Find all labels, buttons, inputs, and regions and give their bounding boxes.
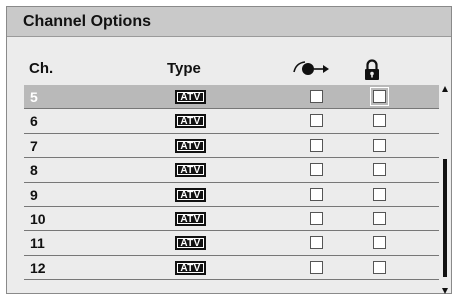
column-header-row: Ch. Type xyxy=(7,57,451,83)
channel-list: 5 ATV 6 ATV 7 ATV 8 ATV 9 ATV 10 ATV 11 ATV 12 ATV xyxy=(24,85,439,281)
channel-type-badge: ATV xyxy=(175,163,206,178)
panel-title: Channel Options xyxy=(23,13,151,30)
channel-number: 8 xyxy=(30,162,38,179)
lock-icon xyxy=(364,59,380,86)
skip-checkbox[interactable] xyxy=(310,138,323,152)
channel-row[interactable]: 11 ATV xyxy=(24,231,439,256)
channel-number: 10 xyxy=(30,210,46,227)
scroll-down-arrow-icon[interactable] xyxy=(442,288,448,294)
skip-checkbox[interactable] xyxy=(310,163,323,177)
channel-row[interactable]: 5 ATV xyxy=(24,85,439,110)
skip-checkbox[interactable] xyxy=(310,260,323,274)
channel-type-badge: ATV xyxy=(175,211,206,226)
skip-checkbox[interactable] xyxy=(310,90,323,103)
channel-row[interactable]: 9 ATV xyxy=(24,183,439,207)
channel-options-panel: Channel Options Ch. Type 5 ATV 6 ATV 7 ATV 8 AT… xyxy=(6,6,452,294)
lock-checkbox[interactable] xyxy=(370,87,389,106)
channel-column-header: Ch. xyxy=(29,60,54,77)
channel-number: 6 xyxy=(30,113,38,130)
channel-row[interactable]: 10 ATV xyxy=(24,207,439,232)
type-column-header: Type xyxy=(167,60,201,77)
channel-row[interactable]: 7 ATV xyxy=(24,134,439,159)
lock-checkbox[interactable] xyxy=(373,114,386,128)
channel-number: 9 xyxy=(30,186,38,203)
lock-checkbox[interactable] xyxy=(373,260,386,274)
channel-row[interactable]: 6 ATV xyxy=(24,109,439,134)
skip-checkbox[interactable] xyxy=(310,187,323,201)
channel-type-badge: ATV xyxy=(175,236,206,251)
channel-type-badge: ATV xyxy=(175,187,206,202)
channel-number: 12 xyxy=(30,259,46,276)
channel-type-badge: ATV xyxy=(175,114,206,129)
title-bar: Channel Options xyxy=(7,7,451,37)
lock-checkbox[interactable] xyxy=(373,138,386,152)
lock-checkbox[interactable] xyxy=(373,236,386,250)
skip-checkbox[interactable] xyxy=(310,114,323,128)
channel-type-badge: ATV xyxy=(175,90,206,104)
scrollbar-thumb[interactable] xyxy=(443,159,447,277)
channel-type-badge: ATV xyxy=(175,138,206,153)
lock-checkbox[interactable] xyxy=(373,187,386,201)
channel-row[interactable]: 8 ATV xyxy=(24,158,439,183)
scrollbar-track[interactable] xyxy=(443,99,447,284)
channel-type-badge: ATV xyxy=(175,260,206,275)
lock-checkbox[interactable] xyxy=(373,211,386,225)
channel-number: 7 xyxy=(30,137,38,154)
channel-row[interactable]: 12 ATV xyxy=(24,256,439,281)
skip-checkbox[interactable] xyxy=(310,236,323,250)
channel-number: 11 xyxy=(30,235,45,252)
channel-number: 5 xyxy=(30,89,38,105)
skip-checkbox[interactable] xyxy=(310,211,323,225)
lock-checkbox[interactable] xyxy=(373,163,386,177)
scroll-up-arrow-icon[interactable] xyxy=(442,86,448,92)
skip-channel-icon xyxy=(292,59,330,84)
